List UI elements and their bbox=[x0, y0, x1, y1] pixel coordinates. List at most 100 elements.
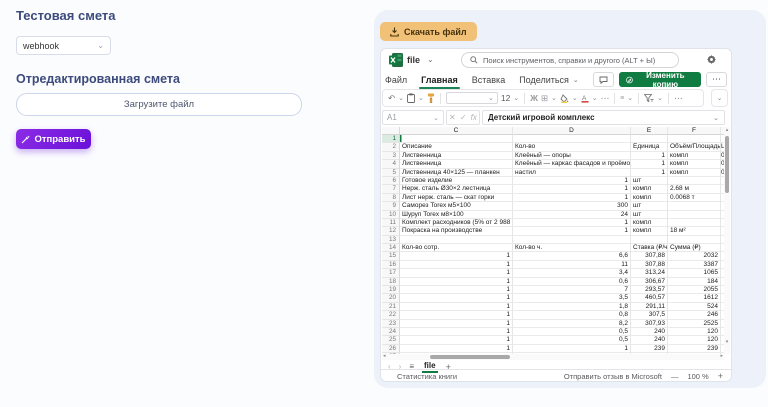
cell-C14[interactable]: Кол-во сотр. bbox=[400, 244, 513, 252]
chevron-down-icon[interactable]: ⌄ bbox=[551, 94, 557, 102]
cell-E9[interactable]: шт bbox=[631, 202, 668, 210]
formula-bar[interactable]: Детский игровой комплекс ⌄ bbox=[482, 110, 725, 125]
paste-icon[interactable] bbox=[407, 93, 415, 103]
format-painter-icon[interactable] bbox=[427, 93, 435, 103]
row-header[interactable]: 21 bbox=[382, 303, 400, 311]
cell-F18[interactable]: 184 bbox=[668, 278, 721, 286]
cell-F4[interactable]: компл bbox=[668, 160, 721, 168]
cell-D10[interactable]: 24 bbox=[513, 211, 631, 219]
cell-E14[interactable]: Ставка (₽/ч) bbox=[631, 244, 668, 252]
row-header[interactable]: 22 bbox=[382, 311, 400, 319]
row-header[interactable]: 11 bbox=[382, 219, 400, 227]
cell-E19[interactable]: 293,57 bbox=[631, 286, 668, 294]
cell-E22[interactable]: 307,5 bbox=[631, 311, 668, 319]
scroll-left-icon[interactable]: ◂ bbox=[383, 353, 386, 359]
cell-D13[interactable] bbox=[513, 236, 631, 244]
cell-C11[interactable]: Комплект расходников (5% от 2 988 ₽) bbox=[400, 219, 513, 227]
row-header[interactable]: 2 bbox=[382, 143, 400, 151]
row-header[interactable]: 14 bbox=[382, 244, 400, 252]
zoom-in-icon[interactable]: + bbox=[718, 371, 723, 381]
download-file-button[interactable]: Скачать файл bbox=[380, 22, 477, 41]
chevron-down-icon[interactable]: ⌄ bbox=[398, 94, 404, 102]
cell-E15[interactable]: 307,88 bbox=[631, 252, 668, 260]
column-header-C[interactable]: C bbox=[400, 127, 513, 135]
cell-C7[interactable]: Нерж. сталь Ø30×2 лестница bbox=[400, 185, 513, 193]
cell-D23[interactable]: 8,2 bbox=[513, 320, 631, 328]
ribbon-collapse-button[interactable]: ⌄ bbox=[711, 89, 728, 107]
cell-D17[interactable]: 3,4 bbox=[513, 269, 631, 277]
row-header[interactable]: 12 bbox=[382, 227, 400, 235]
row-header[interactable]: 26 bbox=[382, 345, 400, 353]
menu-insert[interactable]: Вставка bbox=[472, 75, 505, 85]
font-name-select[interactable]: ⌄ bbox=[446, 92, 498, 104]
cell-E20[interactable]: 460,57 bbox=[631, 294, 668, 302]
cell-C12[interactable]: Покраска на производстве bbox=[400, 227, 513, 235]
row-header[interactable]: 24 bbox=[382, 328, 400, 336]
cell-F8[interactable]: 0.0068 т bbox=[668, 194, 721, 202]
more-icon[interactable]: ⋯ bbox=[601, 93, 610, 104]
cell-D16[interactable]: 11 bbox=[513, 261, 631, 269]
cell-E5[interactable]: 1 bbox=[631, 169, 668, 177]
cell-E7[interactable]: компл bbox=[631, 185, 668, 193]
chevron-down-icon[interactable]: ⌄ bbox=[657, 94, 663, 102]
cell-C20[interactable]: 1 bbox=[400, 294, 513, 302]
scroll-down-icon[interactable]: ▾ bbox=[724, 339, 730, 345]
cell-F23[interactable]: 2525 bbox=[668, 320, 721, 328]
cell-C6[interactable]: Готовое изделие bbox=[400, 177, 513, 185]
cell-E18[interactable]: 306,67 bbox=[631, 278, 668, 286]
row-header[interactable]: 8 bbox=[382, 194, 400, 202]
cell-F19[interactable]: 2055 bbox=[668, 286, 721, 294]
confirm-icon[interactable]: ✓ bbox=[460, 113, 467, 122]
cell-C9[interactable]: Саморез Torex м5×100 bbox=[400, 202, 513, 210]
cell-C13[interactable] bbox=[400, 236, 513, 244]
cell-D5[interactable]: настил bbox=[513, 169, 631, 177]
row-header[interactable]: 17 bbox=[382, 269, 400, 277]
cell-D19[interactable]: 7 bbox=[513, 286, 631, 294]
cell-D8[interactable]: 1 bbox=[513, 194, 631, 202]
cell-F2[interactable]: Объём/Площадь bbox=[668, 143, 721, 151]
borders-icon[interactable]: ⊞ bbox=[541, 93, 548, 104]
chevron-down-icon[interactable]: ⌄ bbox=[592, 94, 598, 102]
cell-E4[interactable]: 1 bbox=[631, 160, 668, 168]
cell-E16[interactable]: 307,88 bbox=[631, 261, 668, 269]
cell-F16[interactable]: 3387 bbox=[668, 261, 721, 269]
cell-C3[interactable]: Лиственница bbox=[400, 152, 513, 160]
cell-F5[interactable]: компл bbox=[668, 169, 721, 177]
cell-C17[interactable]: 1 bbox=[400, 269, 513, 277]
menu-file[interactable]: Файл bbox=[385, 75, 407, 85]
cell-F7[interactable]: 2.68 м bbox=[668, 185, 721, 193]
cell-C23[interactable]: 1 bbox=[400, 320, 513, 328]
scrollbar-thumb[interactable] bbox=[430, 355, 510, 359]
font-color-icon[interactable]: A bbox=[581, 94, 589, 103]
gear-icon[interactable] bbox=[706, 54, 717, 65]
row-header[interactable]: 7 bbox=[382, 185, 400, 193]
cell-C15[interactable]: 1 bbox=[400, 252, 513, 260]
cell-E12[interactable]: компл bbox=[631, 227, 668, 235]
cell-D21[interactable]: 1,8 bbox=[513, 303, 631, 311]
cell-C2[interactable]: Описание bbox=[400, 143, 513, 151]
cell-C18[interactable]: 1 bbox=[400, 278, 513, 286]
cell-E11[interactable]: компл bbox=[631, 219, 668, 227]
cell-D1[interactable] bbox=[513, 135, 631, 143]
row-header[interactable]: 18 bbox=[382, 278, 400, 286]
comments-button[interactable] bbox=[593, 72, 614, 87]
workbook-name[interactable]: file bbox=[407, 55, 420, 65]
row-header[interactable]: 1 bbox=[382, 135, 400, 143]
cell-F10[interactable] bbox=[668, 211, 721, 219]
row-header[interactable]: 5 bbox=[382, 169, 400, 177]
cell-C25[interactable]: 1 bbox=[400, 336, 513, 344]
cell-C5[interactable]: Лиственница 40×125 — планкен bbox=[400, 169, 513, 177]
column-header-E[interactable]: E bbox=[631, 127, 668, 135]
feedback-link[interactable]: Отправить отзыв в Microsoft bbox=[564, 372, 662, 381]
scroll-right-icon[interactable]: ▸ bbox=[720, 353, 723, 359]
corner-cell[interactable] bbox=[382, 127, 400, 135]
row-header[interactable]: 9 bbox=[382, 202, 400, 210]
cell-F24[interactable]: 120 bbox=[668, 328, 721, 336]
cell-F26[interactable]: 239 bbox=[668, 345, 721, 353]
horizontal-scrollbar[interactable]: ◂ ▸ bbox=[382, 354, 724, 360]
menu-share[interactable]: Поделиться ⌄ bbox=[519, 75, 579, 85]
chevron-down-icon[interactable]: ⌄ bbox=[572, 94, 578, 102]
cell-C24[interactable]: 1 bbox=[400, 328, 513, 336]
cell-E10[interactable]: шт bbox=[631, 211, 668, 219]
chevron-down-icon[interactable]: ⌄ bbox=[427, 55, 434, 64]
